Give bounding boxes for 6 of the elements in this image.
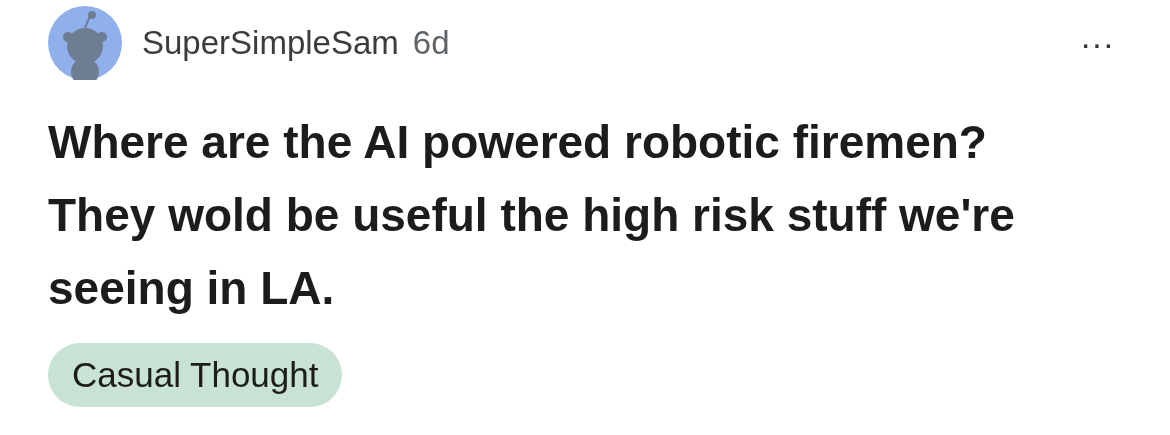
post-age: 6d xyxy=(412,24,450,62)
username[interactable]: SuperSimpleSam xyxy=(142,24,399,62)
post-title: Where are the AI powered robotic firemen? They wold be useful the high risk stuff we're seeing in LA. xyxy=(48,115,1016,316)
flair-tag: Casual Thought xyxy=(48,343,343,407)
more-options-button[interactable]: ··· xyxy=(1072,26,1122,60)
avatar-icon[interactable] xyxy=(48,6,122,80)
